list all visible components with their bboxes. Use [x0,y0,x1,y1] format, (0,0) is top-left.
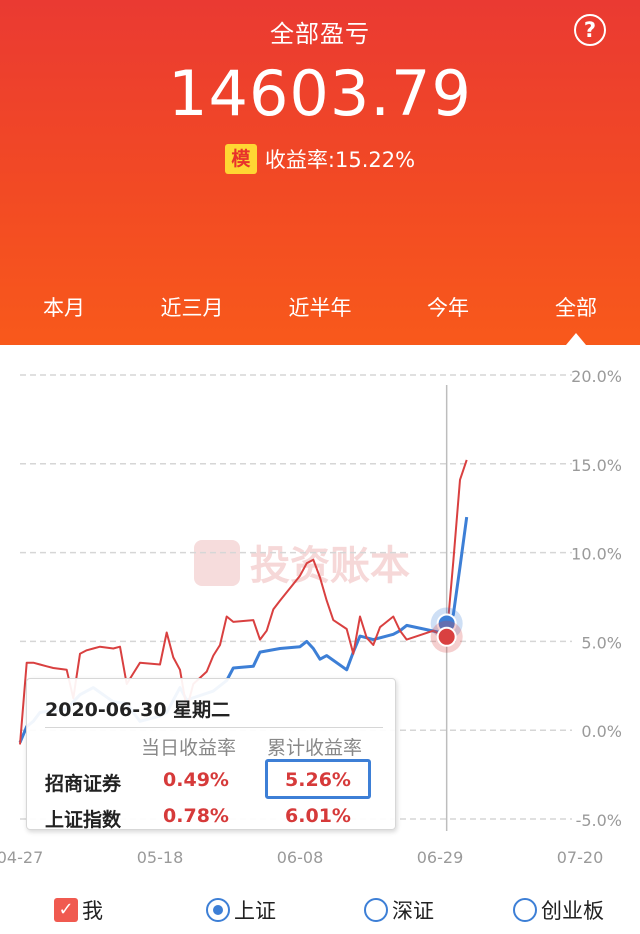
legend-shenzhen-label: 深证 [392,899,434,923]
watermark-text: 投资账本 [250,543,410,589]
tooltip-header-daily: 当日收益率 [141,737,237,759]
x-tick-label: 05-18 [137,848,184,867]
period-tabs: 本月 近三月 近半年 今年 全部 [0,290,640,330]
header-panel: 全部盈亏 ? 14603.79 模 收益率:15.22% 本月 近三月 近半年 … [0,0,640,345]
radio-selected-icon[interactable] [206,898,230,922]
x-tick-label: 06-08 [277,848,324,867]
x-tick-label: 07-20 [557,848,604,867]
total-profit-value: 14603.79 [168,57,472,130]
y-tick-label: 20.0% [571,367,622,386]
tooltip-index-daily: 0.78% [163,805,229,827]
radio-unselected-icon[interactable] [513,898,537,922]
yield-rate-text: 收益率:15.22% [264,148,416,172]
simulation-badge: 模 [224,144,257,174]
legend-shanghai-label: 上证 [234,899,276,923]
y-tick-label: -5.0% [576,811,622,830]
tab-all[interactable]: 全部 [516,290,636,326]
selected-tab-indicator [566,333,586,345]
tooltip-row-label-index: 上证指数 [45,809,122,831]
y-tick-label: 0.0% [581,722,622,741]
tab-this-month[interactable]: 本月 [4,290,124,326]
y-tick-label: 10.0% [571,545,622,564]
tooltip-header-cumulative: 累计收益率 [267,737,363,759]
tab-this-year[interactable]: 今年 [388,290,508,326]
page-title: 全部盈亏 [270,20,370,48]
highlight-point-mine [436,626,457,647]
tooltip-index-cumulative: 6.01% [285,805,351,827]
tooltip-card: 2020-06-30 星期二 当日收益率 累计收益率 招商证券 0.49% 5.… [26,678,396,831]
tab-half-year[interactable]: 近半年 [260,290,380,326]
tooltip-row-label-mine: 招商证券 [45,773,122,795]
tab-three-months[interactable]: 近三月 [132,290,252,326]
help-icon[interactable]: ? [574,14,606,46]
tooltip-mine-cumulative: 5.26% [285,769,351,791]
watermark-logo [194,540,240,586]
legend-chinext-label: 创业板 [541,899,604,923]
series-legend: ✓ 我 上证 深证 创业板 [0,890,640,930]
legend-shenzhen[interactable]: 深证 [364,890,434,930]
y-tick-label: 5.0% [581,633,622,652]
watermark: 投资账本 [194,540,410,589]
legend-shanghai[interactable]: 上证 [206,890,276,930]
y-tick-label: 15.0% [571,456,622,475]
legend-me[interactable]: ✓ 我 [54,890,103,930]
checkbox-checked-icon[interactable]: ✓ [54,898,78,922]
yield-row: 模 收益率:15.22% [0,144,640,174]
x-tick-label: 04-27 [0,848,43,867]
x-tick-label: 06-29 [417,848,464,867]
radio-unselected-icon[interactable] [364,898,388,922]
tooltip-divider [45,727,383,728]
legend-chinext[interactable]: 创业板 [513,890,604,930]
tooltip-mine-daily: 0.49% [163,769,229,791]
tooltip-date: 2020-06-30 星期二 [45,699,231,721]
legend-me-label: 我 [82,899,103,923]
